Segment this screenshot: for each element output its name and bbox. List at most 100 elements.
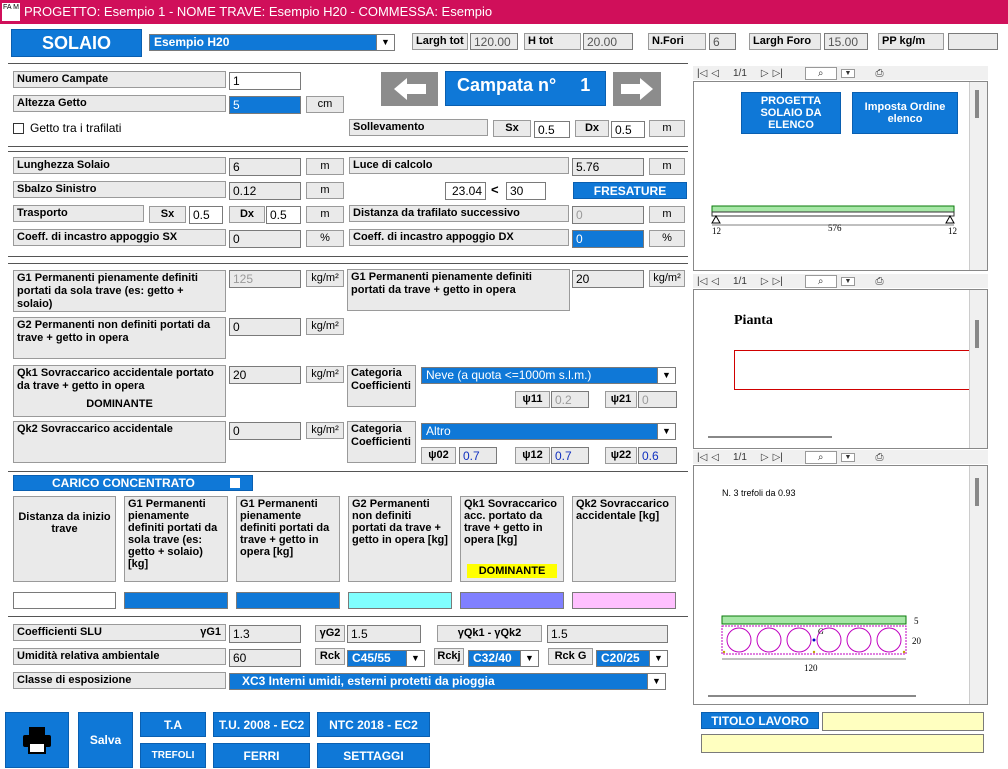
coeff-dx-label: Coeff. di incastro appoggio DX (349, 229, 569, 246)
n-fori-field: 6 (709, 33, 736, 50)
tr-dx-field[interactable]: 0.5 (266, 206, 301, 224)
solaio-button[interactable]: SOLAIO (11, 29, 142, 57)
trefoli-button[interactable]: TREFOLI (140, 743, 206, 768)
chevron-down-icon[interactable]: ▼ (376, 35, 394, 50)
getto-checkbox[interactable] (13, 123, 24, 134)
tu-button[interactable]: T.U. 2008 - EC2 (213, 712, 310, 737)
gamma-g1-field[interactable]: 1.3 (229, 625, 301, 643)
numero-campate-field[interactable]: 1 (229, 72, 301, 90)
section-h2-label: 20 (912, 636, 921, 646)
umidita-field[interactable]: 60 (229, 649, 301, 667)
zoom-icon[interactable]: ⌕ (804, 66, 837, 80)
largh-tot-label: Largh tot (412, 33, 468, 50)
nav-first-icon[interactable]: |◁ (697, 452, 707, 463)
nav-last-icon[interactable]: ▷| (773, 452, 783, 463)
g1b-field[interactable]: 20 (572, 270, 644, 288)
scrollbar[interactable] (969, 290, 987, 448)
cc-g2-input[interactable] (348, 592, 452, 609)
titolo-lavoro-field-2[interactable] (701, 734, 984, 753)
settaggi-button[interactable]: SETTAGGI (317, 743, 430, 768)
psi02-field[interactable]: 0.7 (459, 447, 497, 464)
zoom-icon[interactable]: ⌕ (804, 274, 837, 288)
rckg-select[interactable]: C20/25 ▼ (596, 650, 668, 667)
cc-qk1-input[interactable] (460, 592, 564, 609)
chevron-down-icon[interactable]: ▼ (647, 674, 665, 689)
scrollbar[interactable] (969, 82, 987, 270)
soll-sx-field[interactable]: 0.5 (534, 121, 570, 138)
print-preview-icon[interactable]: ⎙ (875, 68, 883, 79)
cc-distanza-input[interactable] (13, 592, 116, 609)
cc-g1b-input[interactable] (236, 592, 340, 609)
nav-next-icon[interactable]: ▷ (761, 452, 769, 463)
zoom-icon[interactable]: ⌕ (804, 450, 837, 464)
ordine-button[interactable]: Imposta Ordine elenco (852, 92, 958, 134)
prev-campata-button[interactable] (381, 72, 438, 106)
section-diagram (721, 615, 907, 660)
soll-unit: m (649, 120, 685, 137)
altezza-getto-field[interactable]: 5 (229, 96, 301, 114)
titolo-lavoro-field-1[interactable] (822, 712, 984, 731)
chevron-down-icon[interactable]: ▼ (406, 651, 424, 666)
gamma-g2-field[interactable]: 1.5 (347, 625, 421, 643)
psi12-field[interactable]: 0.7 (551, 447, 589, 464)
qk2-unit: kg/m² (306, 422, 344, 439)
scrollbar[interactable] (969, 466, 987, 704)
titolo-lavoro-label: TITOLO LAVORO (701, 712, 819, 729)
rckj-select[interactable]: C32/40 ▼ (468, 650, 539, 667)
nav-next-icon[interactable]: ▷ (761, 68, 769, 79)
next-campata-button[interactable] (613, 72, 661, 106)
qk1-field[interactable]: 20 (229, 366, 301, 384)
classe-select[interactable]: XC3 Interni umidi, esterni protetti da p… (229, 673, 666, 690)
print-preview-icon[interactable]: ⎙ (875, 276, 883, 287)
gamma-g2-label: γG2 (315, 625, 345, 642)
chevron-down-icon[interactable]: ▼ (840, 276, 856, 286)
nav-next-icon[interactable]: ▷ (761, 276, 769, 287)
categoria1-select[interactable]: Neve (a quota <=1000m s.l.m.) ▼ (421, 367, 676, 384)
largh-foro-field: 15.00 (824, 33, 868, 50)
tr-sx-field[interactable]: 0.5 (189, 206, 223, 224)
nav-first-icon[interactable]: |◁ (697, 276, 707, 287)
carico-concentrato-checkbox[interactable] (230, 478, 240, 488)
h-scrollbar[interactable] (708, 695, 916, 697)
gamma-qk-field[interactable]: 1.5 (547, 625, 668, 643)
nav-last-icon[interactable]: ▷| (773, 276, 783, 287)
coeff-dx-field[interactable]: 0 (572, 230, 644, 248)
nav-prev-icon[interactable]: ◁ (711, 276, 719, 287)
cc-g1a-input[interactable] (124, 592, 228, 609)
psi22-field[interactable]: 0.6 (638, 447, 677, 464)
ntc-button[interactable]: NTC 2018 - EC2 (317, 712, 430, 737)
ta-button[interactable]: T.A (140, 712, 206, 737)
soll-dx-field[interactable]: 0.5 (611, 121, 645, 138)
nav-prev-icon[interactable]: ◁ (711, 452, 719, 463)
trave-select[interactable]: Esempio H20 ▼ (149, 34, 395, 51)
salva-button[interactable]: Salva (78, 712, 133, 768)
coeff-sx-field[interactable]: 0 (229, 230, 301, 248)
cc-qk2-input[interactable] (572, 592, 676, 609)
chevron-down-icon[interactable]: ▼ (840, 68, 856, 78)
g2-label: G2 Permanenti non definiti portati da tr… (13, 317, 226, 359)
chevron-down-icon[interactable]: ▼ (657, 424, 675, 439)
nav-first-icon[interactable]: |◁ (697, 68, 707, 79)
print-button[interactable] (5, 712, 69, 768)
rckg-label: Rck G (548, 648, 593, 665)
nav-last-icon[interactable]: ▷| (773, 68, 783, 79)
rck-select[interactable]: C45/55 ▼ (347, 650, 425, 667)
page-indicator: 1/1 (733, 67, 747, 79)
qk2-label: Qk2 Sovraccarico accidentale (13, 421, 226, 463)
tr-dx-label: Dx (229, 206, 265, 223)
qk1-dominante: DOMINANTE (86, 398, 153, 410)
categoria2-select[interactable]: Altro ▼ (421, 423, 676, 440)
fresature-button[interactable]: FRESATURE (573, 182, 687, 199)
chevron-down-icon[interactable]: ▼ (657, 368, 675, 383)
ferri-button[interactable]: FERRI (213, 743, 310, 768)
g2-field[interactable]: 0 (229, 318, 301, 336)
preview-toolbar-1: |◁ ◁ 1/1 ▷ ▷| ⌕ ▼ ⎙ (693, 66, 988, 80)
print-preview-icon[interactable]: ⎙ (875, 452, 883, 463)
qk2-field[interactable]: 0 (229, 422, 301, 440)
h-scrollbar[interactable] (708, 436, 832, 438)
progetta-button[interactable]: PROGETTA SOLAIO DA ELENCO (741, 92, 841, 134)
chevron-down-icon[interactable]: ▼ (649, 651, 667, 666)
nav-prev-icon[interactable]: ◁ (711, 68, 719, 79)
chevron-down-icon[interactable]: ▼ (520, 651, 538, 666)
chevron-down-icon[interactable]: ▼ (840, 452, 856, 462)
